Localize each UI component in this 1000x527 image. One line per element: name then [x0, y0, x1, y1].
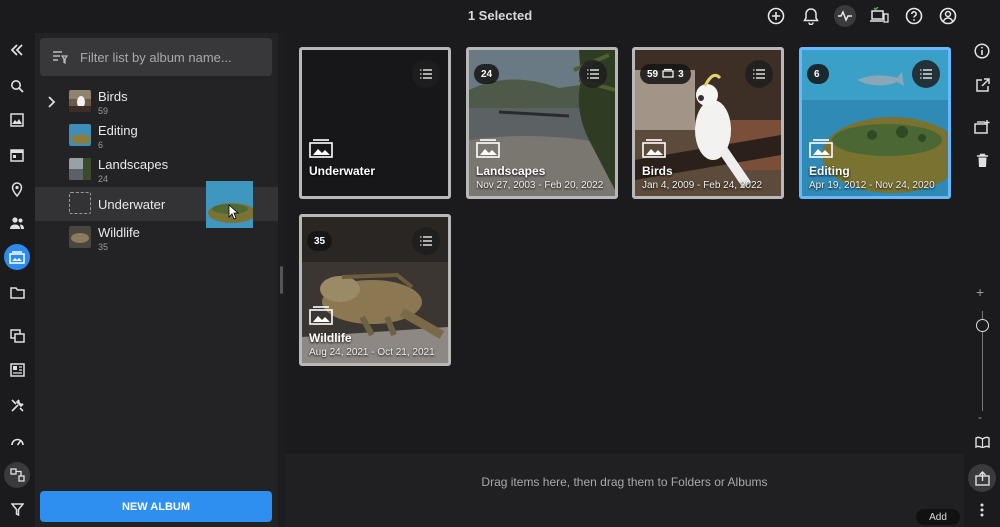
zoom-slider-handle[interactable]	[976, 319, 989, 332]
album-card-wildlife[interactable]: 35 Wildlife Aug 24, 2021 - Oct 21, 2021	[299, 214, 451, 366]
add-to-album-icon[interactable]	[971, 115, 993, 137]
left-rail	[0, 33, 35, 527]
new-album-button[interactable]: NEW ALBUM	[40, 491, 272, 522]
album-menu-icon[interactable]	[412, 227, 440, 255]
album-title: Landscapes	[476, 164, 546, 178]
album-filter-placeholder: Filter list by album name...	[80, 50, 232, 65]
drop-tray[interactable]: Drag items here, then drag them to Folde…	[285, 454, 964, 527]
album-card-editing[interactable]: 6 Editing Apr 19, 2012 - Nov 24, 2020	[799, 47, 951, 199]
photo-count: 35	[314, 235, 326, 247]
album-menu-icon[interactable]	[912, 60, 940, 88]
album-count: 59	[98, 106, 109, 116]
album-item-birds[interactable]: Birds 59	[35, 85, 278, 119]
album-count: 24	[98, 174, 109, 184]
activity-icon[interactable]	[834, 5, 856, 27]
album-thumbnail-empty	[69, 192, 91, 214]
album-menu-icon[interactable]	[412, 60, 440, 88]
photo-count-badge: 59 3	[640, 64, 691, 84]
workflow-icon[interactable]	[4, 462, 30, 488]
drop-tray-message: Drag items here, then drag them to Folde…	[481, 475, 768, 489]
folder-icon[interactable]	[4, 279, 30, 305]
search-icon[interactable]	[4, 73, 30, 99]
sub-album-icon	[662, 68, 674, 81]
album-count: 6	[98, 140, 104, 150]
dashboard-icon[interactable]	[4, 427, 30, 453]
album-menu-icon[interactable]	[579, 60, 607, 88]
album-date-range: Jan 4, 2009 - Feb 24, 2022	[642, 180, 763, 191]
album-date-range: Nov 27, 2003 - Feb 20, 2022	[476, 180, 604, 191]
album-filter-field[interactable]: Filter list by album name...	[40, 38, 272, 76]
photo-count: 6	[814, 68, 820, 80]
zoom-out-icon[interactable]: -	[978, 410, 982, 424]
mouse-cursor-icon	[228, 204, 240, 220]
sub-album-count: 3	[678, 68, 684, 80]
album-title: Editing	[809, 164, 850, 178]
layout-icon[interactable]	[4, 357, 30, 383]
chevron-right-icon[interactable]	[47, 95, 57, 109]
album-name: Editing	[98, 123, 138, 138]
photo-count: 59	[647, 68, 659, 80]
album-card-birds[interactable]: 59 3 Birds Jan 4, 2009 - Feb 24, 2022	[632, 47, 784, 199]
albums-icon[interactable]	[4, 244, 30, 270]
top-bar: 1 Selected	[0, 0, 1000, 33]
album-date-range: Apr 19, 2012 - Nov 24, 2020	[809, 180, 935, 191]
calendar-icon[interactable]	[4, 142, 30, 168]
account-icon[interactable]	[937, 5, 959, 27]
add-circle-icon[interactable]	[765, 5, 787, 27]
album-name: Underwater	[98, 197, 166, 212]
bell-icon[interactable]	[800, 5, 822, 27]
album-icon	[809, 138, 835, 160]
album-icon	[309, 138, 335, 160]
album-name: Landscapes	[98, 157, 169, 172]
album-title: Birds	[642, 164, 673, 178]
export-icon[interactable]	[968, 464, 996, 492]
tools-icon[interactable]	[4, 392, 30, 418]
photo-count-badge: 35	[307, 231, 333, 251]
album-name: Birds	[98, 89, 128, 104]
album-icon	[309, 305, 335, 327]
info-icon[interactable]	[971, 40, 993, 62]
album-thumbnail	[69, 124, 91, 146]
people-icon[interactable]	[4, 210, 30, 236]
album-icon	[642, 138, 668, 160]
album-thumbnail	[69, 226, 91, 248]
add-button[interactable]: Add	[916, 509, 960, 525]
album-thumbnail	[69, 90, 91, 112]
photo-count: 24	[481, 68, 493, 80]
filter-list-icon	[52, 49, 69, 65]
collapse-icon[interactable]	[4, 37, 30, 63]
album-list-panel: Filter list by album name... Birds 59 Ed…	[35, 33, 278, 527]
album-card-underwater[interactable]: Underwater	[299, 47, 451, 199]
album-item-editing[interactable]: Editing 6	[35, 119, 278, 153]
panel-resize-handle[interactable]	[280, 266, 283, 294]
book-icon[interactable]	[971, 431, 993, 453]
album-menu-icon[interactable]	[745, 60, 773, 88]
album-title: Underwater	[309, 164, 376, 178]
more-icon[interactable]	[971, 499, 993, 521]
trash-icon[interactable]	[971, 149, 993, 171]
photo-count-badge: 24	[474, 64, 500, 84]
album-thumbnail	[69, 158, 91, 180]
right-rail: + -	[964, 33, 1000, 527]
album-icon	[476, 138, 502, 160]
external-link-icon[interactable]	[971, 74, 993, 96]
zoom-in-icon[interactable]: +	[976, 284, 984, 300]
photo-icon[interactable]	[4, 107, 30, 133]
location-icon[interactable]	[4, 176, 30, 202]
help-icon[interactable]	[903, 5, 925, 27]
album-count: 35	[98, 242, 109, 252]
album-date-range: Aug 24, 2021 - Oct 21, 2021	[309, 347, 435, 358]
album-grid: Underwater 24 Landscapes Nov 27, 2003 - …	[285, 33, 964, 454]
devices-icon[interactable]	[868, 5, 890, 27]
album-name: Wildlife	[98, 225, 140, 240]
compare-icon[interactable]	[4, 323, 30, 349]
album-title: Wildlife	[309, 331, 352, 345]
filter-icon[interactable]	[4, 496, 30, 522]
album-card-landscapes[interactable]: 24 Landscapes Nov 27, 2003 - Feb 20, 202…	[466, 47, 618, 199]
photo-count-badge: 6	[807, 64, 829, 84]
